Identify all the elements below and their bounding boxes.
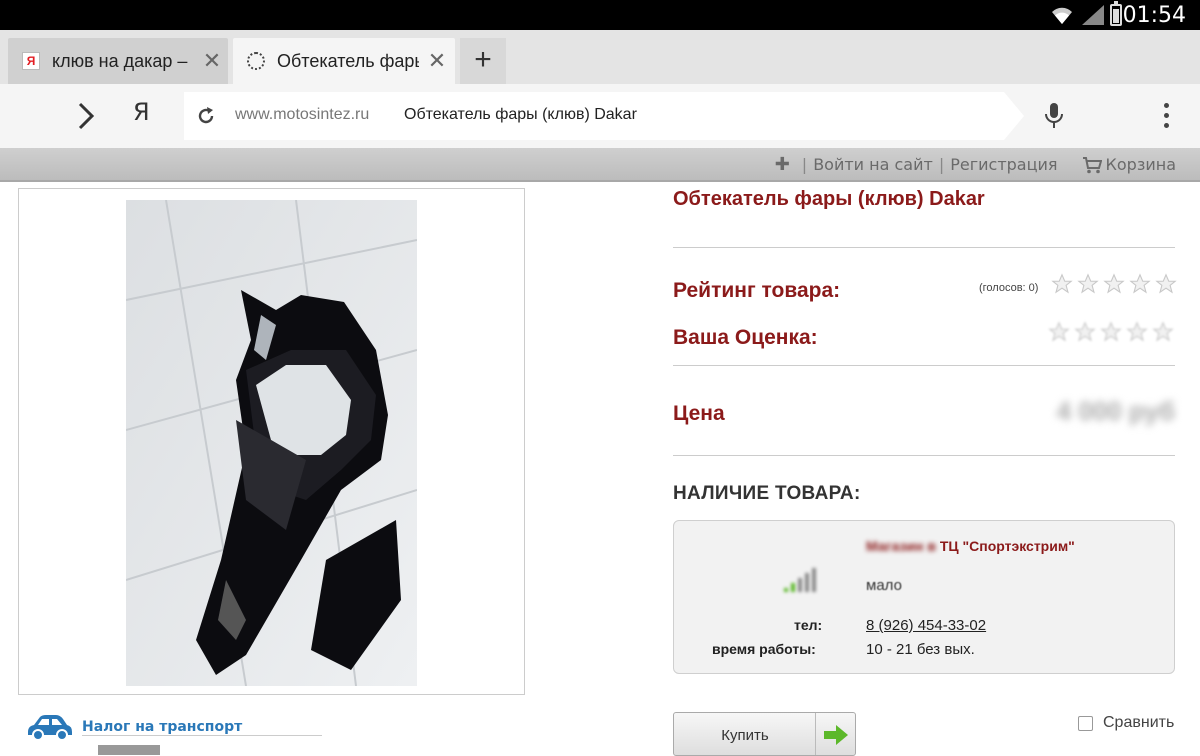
tab-product[interactable]: Обтекатель фары (клюв) Dakar ✕ (233, 38, 455, 84)
battery-icon (1110, 1, 1122, 26)
rating-label: Рейтинг товара: (673, 279, 841, 302)
url-host: www.motosintez.ru (235, 106, 370, 123)
star-icon (1129, 273, 1151, 294)
url-page-title: Обтекатель фары (клюв) Dakar (404, 106, 637, 123)
site-header-bar: ✚ | Войти на сайт | Регистрация Корзина (0, 148, 1200, 182)
register-link[interactable]: Регистрация (950, 155, 1057, 174)
star-icon[interactable] (1048, 321, 1070, 343)
tab-title: клюв на дакар – (52, 50, 188, 71)
star-icon (1077, 273, 1099, 294)
hours-label: время работы: (712, 641, 816, 657)
yandex-favicon-icon: Я (22, 52, 40, 70)
star-icon[interactable] (1152, 321, 1174, 343)
wifi-icon (1052, 7, 1072, 25)
product-image-frame (18, 188, 525, 695)
microphone-icon[interactable] (1044, 102, 1064, 130)
star-icon[interactable] (1126, 321, 1148, 343)
star-icon (1103, 273, 1125, 294)
store-name-link[interactable]: Магазин в ТЦ "Спортэкстрим" (866, 538, 1075, 554)
price-label: Цена (673, 402, 725, 425)
stock-status: мало (866, 577, 902, 594)
tab-search[interactable]: Я клюв на дакар – ✕ (8, 38, 228, 84)
tax-link-label: Налог на транспорт (82, 719, 243, 735)
tab-title: Обтекатель фары (клюв) Dakar (277, 50, 419, 71)
menu-icon[interactable] (1158, 100, 1174, 132)
browser-toolbar: Я www.motosintez.ru Обтекатель фары (клю… (0, 84, 1200, 148)
login-link[interactable]: Войти на сайт (813, 155, 933, 174)
phone-link[interactable]: 8 (926) 454-33-02 (866, 617, 986, 634)
votes-count: (голосов: 0) (979, 282, 1039, 294)
close-tab-icon[interactable]: ✕ (427, 48, 447, 74)
store-availability-card: Магазин в ТЦ "Спортэкстрим" мало тел: 8 … (673, 520, 1175, 674)
hours-value: 10 - 21 без вых. (866, 641, 975, 658)
phone-label: тел: (794, 617, 823, 633)
yandex-button[interactable]: Я (133, 98, 150, 126)
product-rating-stars (1051, 273, 1177, 295)
star-icon (1051, 273, 1073, 294)
tab-strip: Я клюв на дакар – ✕ Обтекатель фары (клю… (0, 30, 1200, 84)
car-icon (28, 715, 72, 741)
tax-link[interactable]: Налог на транспорт (26, 712, 242, 742)
star-icon[interactable] (1100, 321, 1122, 343)
buy-label: Купить (721, 727, 769, 744)
checkbox[interactable] (1078, 715, 1093, 731)
loading-favicon-icon (247, 52, 265, 70)
buy-button[interactable]: Купить (673, 712, 856, 756)
price-value: 4 000 руб (1056, 396, 1175, 426)
product-title: Обтекатель фары (клюв) Dakar (673, 188, 985, 210)
plus-icon: ✚ (774, 154, 790, 175)
availability-heading: НАЛИЧИЕ ТОВАРА: (673, 483, 861, 504)
system-status-bar: 01:54 (0, 0, 1200, 30)
cart-icon[interactable] (1082, 156, 1102, 174)
star-icon (1155, 273, 1177, 294)
tax-thumbnail (98, 745, 160, 755)
product-photo[interactable] (126, 200, 417, 686)
clock: 01:54 (1122, 3, 1186, 28)
reload-icon[interactable] (196, 106, 216, 126)
compare-label: Сравнить (1103, 714, 1175, 731)
compare-checkbox[interactable]: Сравнить (1078, 714, 1174, 732)
signal-icon (1082, 5, 1104, 25)
cart-link[interactable]: Корзина (1106, 155, 1176, 174)
arrow-right-icon (824, 725, 848, 745)
your-rating-stars[interactable] (1048, 321, 1174, 343)
address-bar[interactable]: www.motosintez.ru Обтекатель фары (клюв)… (184, 92, 1004, 140)
close-tab-icon[interactable]: ✕ (202, 48, 222, 74)
new-tab-button[interactable]: + (460, 38, 506, 84)
stock-level-icon (784, 568, 816, 592)
star-icon[interactable] (1074, 321, 1096, 343)
your-rating-label: Ваша Оценка: (673, 326, 818, 349)
forward-icon[interactable] (74, 100, 98, 132)
